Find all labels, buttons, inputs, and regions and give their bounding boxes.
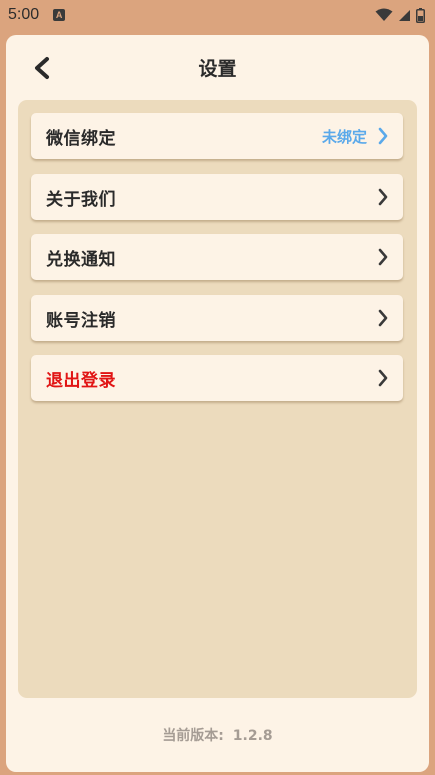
version-number: 1.2.8 xyxy=(232,728,273,744)
battery-icon xyxy=(416,7,425,23)
settings-panel: 微信绑定 未绑定 关于我们 兑换通知 账号注销 退出登录 xyxy=(18,100,417,698)
chevron-right-icon xyxy=(378,309,388,327)
chevron-right-icon xyxy=(378,248,388,266)
wifi-icon xyxy=(375,8,393,21)
app-notification-icon: A xyxy=(53,9,66,21)
chevron-right-icon xyxy=(378,127,388,145)
cell-signal-icon xyxy=(399,9,410,21)
chevron-right-icon xyxy=(378,188,388,206)
menu-item-redeem-notice[interactable]: 兑换通知 xyxy=(31,234,403,280)
menu-item-label: 兑换通知 xyxy=(46,249,116,270)
status-right xyxy=(375,7,425,23)
status-left: 5:00 A xyxy=(8,6,66,24)
menu-item-label: 账号注销 xyxy=(46,310,116,331)
status-bar: 5:00 A xyxy=(0,0,435,30)
menu-item-logout[interactable]: 退出登录 xyxy=(31,355,403,401)
settings-card: 设置 微信绑定 未绑定 关于我们 兑换通知 账号注销 退出登录 当前版本: 1.… xyxy=(6,35,429,772)
chevron-left-icon xyxy=(35,57,49,79)
header: 设置 xyxy=(6,35,429,101)
status-time: 5:00 xyxy=(8,6,40,23)
menu-item-label: 退出登录 xyxy=(46,370,116,391)
page-title: 设置 xyxy=(198,58,237,80)
menu-item-right: 未绑定 xyxy=(322,126,389,147)
version-label: 当前版本: xyxy=(162,728,224,744)
menu-item-label: 关于我们 xyxy=(46,189,116,210)
menu-item-label: 微信绑定 xyxy=(46,128,116,149)
menu-item-wechat-binding[interactable]: 微信绑定 未绑定 xyxy=(31,113,403,159)
back-button[interactable] xyxy=(28,54,56,82)
menu-item-delete-account[interactable]: 账号注销 xyxy=(31,295,403,341)
version-info: 当前版本: 1.2.8 xyxy=(6,725,429,745)
chevron-right-icon xyxy=(378,369,388,387)
wechat-binding-status: 未绑定 xyxy=(321,127,367,146)
menu-item-about-us[interactable]: 关于我们 xyxy=(31,174,403,220)
